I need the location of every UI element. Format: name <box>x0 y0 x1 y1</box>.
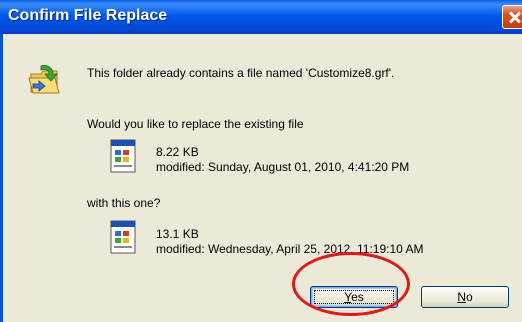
folder-move-icon <box>28 65 60 94</box>
no-mnemonic: N <box>457 290 466 304</box>
with-this-one-label: with this one? <box>87 196 161 210</box>
replace-question: Would you like to replace the existing f… <box>87 117 304 131</box>
close-icon[interactable] <box>502 5 522 29</box>
existing-file-modified: modified: Sunday, August 01, 2010, 4:41:… <box>156 160 410 174</box>
file-icon <box>110 220 136 254</box>
no-label-rest: o <box>465 290 473 304</box>
new-file-modified: modified: Wednesday, April 25, 2012, 11:… <box>156 242 424 256</box>
no-button[interactable]: No <box>421 286 509 308</box>
title-bar: Confirm File Replace <box>0 0 522 34</box>
dialog-title: Confirm File Replace <box>8 7 168 24</box>
yes-button[interactable]: Yes <box>310 286 398 308</box>
existing-file-size: 8.22 KB <box>156 145 199 159</box>
replace-message: This folder already contains a file name… <box>87 66 395 80</box>
file-icon <box>110 139 136 173</box>
dialog-body: This folder already contains a file name… <box>0 34 522 322</box>
new-file-size: 13.1 KB <box>156 227 199 241</box>
focus-rectangle <box>314 290 394 304</box>
